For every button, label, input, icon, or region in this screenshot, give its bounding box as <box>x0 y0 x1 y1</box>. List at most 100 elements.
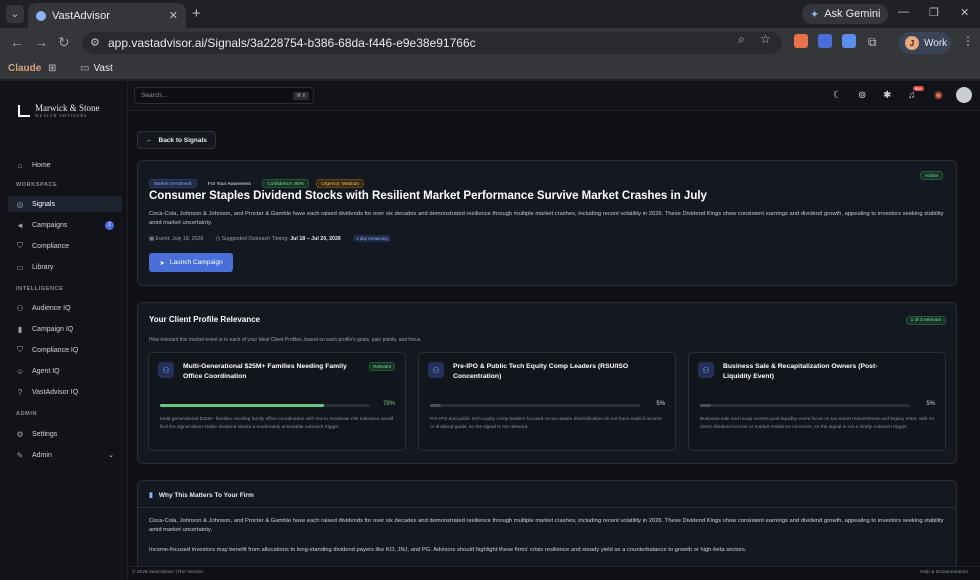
bookmark-vast[interactable]: ▭ Vast <box>80 63 113 74</box>
why-paragraph: Income-focused investors may benefit fro… <box>149 547 747 553</box>
launch-button-label: Launch Campaign <box>169 259 223 266</box>
address-bar[interactable]: ⚙ app.vastadvisor.ai/Signals/3a228754-b3… <box>82 32 782 54</box>
why-paragraph: Coca-Cola, Johnson & Johnson, and Procte… <box>149 518 944 533</box>
remaining-chip: 1 day remaining <box>352 235 391 242</box>
top-bar: Search... ⌘ K ☾ ⊚ ✱ ♫ 99+ ◉ <box>128 81 980 111</box>
sidebar-item-settings[interactable]: ⚙ Settings <box>8 426 122 442</box>
sidebar-item-label: Compliance <box>32 242 69 250</box>
users-icon: ⚇ <box>16 303 24 313</box>
profile-name: Multi-Generational $25M+ Families Needin… <box>183 363 347 380</box>
help-docs-link[interactable]: Help & Documentation <box>920 570 968 575</box>
relevance-title: Your Client Profile Relevance <box>149 315 260 324</box>
browser-tab-strip: ⌄ VastAdvisor ✕ + ✦ Ask Gemini — ❐ ✕ <box>0 0 980 28</box>
close-window-icon[interactable]: ✕ <box>960 6 969 19</box>
claude-extension-icon[interactable]: ◉ <box>934 90 943 101</box>
bookmarks-bar: Claude ⊞ ▭ Vast <box>0 58 980 80</box>
bell-icon[interactable]: ♫ <box>908 90 916 101</box>
apps-grid-icon[interactable]: ⊞ <box>48 63 56 74</box>
profile-label: Work <box>924 37 948 49</box>
sidebar-item-campaigns[interactable]: ◄ Campaigns 2 <box>8 217 122 233</box>
support-icon[interactable]: ⊚ <box>858 90 866 101</box>
sidebar-item-vastadvisor-iq[interactable]: ? VastAdvisor IQ <box>8 384 122 400</box>
signal-icon: ◎ <box>16 199 24 209</box>
sidebar-item-compliance[interactable]: ⛉ Compliance <box>8 238 122 254</box>
sidebar-item-label: Library <box>32 263 54 271</box>
favicon-icon <box>36 10 46 21</box>
why-it-matters-card: ▮ Why This Matters To Your Firm Coca-Col… <box>137 480 957 567</box>
sidebar-item-campaign-iq[interactable]: ▮ Campaign IQ <box>8 321 122 337</box>
sidebar-item-label: Campaign IQ <box>32 325 74 333</box>
folder-icon: ▭ <box>80 63 90 74</box>
relevance-bar-fill <box>160 404 324 407</box>
ask-gemini-button[interactable]: ✦ Ask Gemini <box>802 4 889 24</box>
extension-icon[interactable] <box>842 34 856 48</box>
extension-icon[interactable] <box>818 34 832 48</box>
forward-arrow-icon[interactable]: → <box>34 34 48 50</box>
brand-subtitle: WEALTH ADVISORS <box>35 113 88 118</box>
relevance-bar-fill <box>700 404 711 407</box>
relevant-badge: Relevant <box>369 362 395 371</box>
tag-confidence: Confidence: 90% <box>262 179 309 188</box>
shield-icon: ⛉ <box>17 241 23 250</box>
tab-title: VastAdvisor <box>52 9 110 22</box>
relevance-score: 5% <box>656 401 665 407</box>
sidebar-item-label: Home <box>32 161 51 169</box>
browser-tab[interactable]: VastAdvisor ✕ <box>28 3 186 28</box>
signal-card: Market Sentiment For Your Awareness Conf… <box>137 160 957 286</box>
outreach-timing: ◷ Suggested Outreach Timing: Jul 18 – Ju… <box>216 236 341 242</box>
bug-icon[interactable]: ✱ <box>883 90 891 101</box>
sidebar-item-label: Agent IQ <box>32 367 60 375</box>
new-tab-icon[interactable]: + <box>192 5 201 22</box>
back-to-signals-button[interactable]: ← Back to Signals <box>137 131 216 149</box>
reload-icon[interactable]: ↻ <box>58 34 70 51</box>
users-icon: ⚇ <box>158 362 174 378</box>
search-placeholder: Search... <box>141 92 168 99</box>
tag-urgency: Urgency: Medium <box>316 179 364 188</box>
bookmark-label: Vast <box>93 63 113 74</box>
relevance-card: Your Client Profile Relevance 1 of 3 rel… <box>137 302 957 464</box>
extension-icon[interactable] <box>794 34 808 48</box>
section-workspace: WORKSPACE <box>16 182 58 188</box>
send-icon: ➤ <box>159 259 165 267</box>
sidebar-item-compliance-iq[interactable]: ⛉ Compliance IQ <box>8 342 122 358</box>
menu-dots-icon[interactable]: ⋮ <box>962 34 974 48</box>
calendar-icon: ▦ <box>149 235 155 242</box>
back-arrow-icon[interactable]: ← <box>10 34 24 50</box>
restore-icon[interactable]: ❐ <box>929 6 939 19</box>
search-input[interactable]: Search... ⌘ K <box>134 87 314 104</box>
launch-campaign-button[interactable]: ➤ Launch Campaign <box>149 253 233 272</box>
divider <box>138 507 956 508</box>
tab-search-button[interactable]: ⌄ <box>6 5 24 23</box>
sidebar-item-library[interactable]: ▭ Library <box>8 259 122 275</box>
sidebar-item-label: Settings <box>32 430 58 438</box>
why-title-text: Why This Matters To Your Firm <box>158 491 254 499</box>
users-icon: ⚇ <box>428 362 444 378</box>
bookmark-claude[interactable]: Claude <box>8 63 41 74</box>
user-avatar[interactable] <box>956 87 972 103</box>
wrench-icon: ✎ <box>16 450 24 460</box>
why-title: ▮ Why This Matters To Your Firm <box>149 491 254 500</box>
sidebar-item-audience-iq[interactable]: ⚇ Audience IQ <box>8 300 122 316</box>
signal-description: Coca-Cola, Johnson & Johnson, and Procte… <box>149 211 944 226</box>
sidebar-item-label: Campaigns <box>32 221 68 229</box>
sidebar-item-agent-iq[interactable]: ☺ Agent IQ <box>8 363 122 379</box>
sidebar-item-home[interactable]: ⌂ Home <box>8 157 122 173</box>
main-content: ← Back to Signals Market Sentiment For Y… <box>128 112 980 567</box>
sidebar-item-signals[interactable]: ◎ Signals <box>8 196 122 212</box>
sidebar-item-admin[interactable]: ✎ Admin ⌄ <box>8 447 122 463</box>
profile-button[interactable]: J Work <box>899 32 951 54</box>
brand-logo[interactable]: Marwick & Stone WEALTH ADVISORS <box>18 103 100 118</box>
extensions-puzzle-icon[interactable]: ⧉ <box>868 35 877 50</box>
site-info-icon[interactable]: ⚙ <box>90 36 100 49</box>
signal-title: Consumer Staples Dividend Stocks with Re… <box>149 190 707 202</box>
profile-card[interactable]: ⚇ Business Sale & Recapitalization Owner… <box>688 352 946 451</box>
section-admin: ADMIN <box>16 411 38 417</box>
tag-awareness: For Your Awareness <box>208 182 251 187</box>
close-tab-icon[interactable]: ✕ <box>169 9 178 22</box>
theme-moon-icon[interactable]: ☾ <box>833 90 842 101</box>
zoom-icon[interactable]: ⌕ <box>738 32 745 47</box>
profile-card[interactable]: ⚇ Multi-Generational $25M+ Families Need… <box>148 352 406 451</box>
minimize-icon[interactable]: — <box>898 6 909 18</box>
bookmark-star-icon[interactable]: ☆ <box>760 32 771 46</box>
profile-card[interactable]: ⚇ Pre-IPO & Public Tech Equity Comp Lead… <box>418 352 676 451</box>
